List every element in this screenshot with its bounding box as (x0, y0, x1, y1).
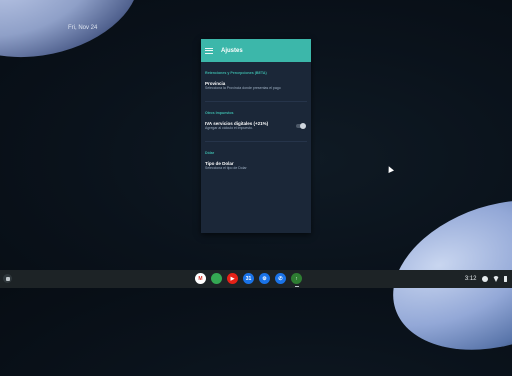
status-tray[interactable]: 3:12 (465, 273, 507, 285)
pref-iva-servicios-digitales[interactable]: IVA servicios digitales (+21%) Agregar a… (205, 121, 307, 131)
settings-icon[interactable]: ⚙ (259, 273, 270, 284)
toggle-knob (300, 123, 306, 129)
desktop-date: Fri, Nov 24 (68, 25, 98, 31)
shelf-apps: M ▶ 31 ⚙ ✆ ↑ (195, 273, 302, 287)
notification-icon (481, 276, 488, 282)
gmail-icon[interactable]: M (195, 273, 206, 284)
wifi-icon (492, 276, 499, 282)
section-dolar: Dólar Tipo de Dolar Selecciona el tipo d… (201, 142, 311, 171)
page-title: Ajustes (221, 47, 243, 54)
clock-time: 3:12 (464, 276, 477, 282)
section-otros-impuestos: Otros Impuestos IVA servicios digitales … (201, 102, 311, 142)
hamburger-menu-icon[interactable] (205, 47, 213, 54)
app-bar: Ajustes (201, 39, 311, 62)
calculator-app-icon[interactable]: ↑ (291, 273, 302, 287)
pref-subtitle: Selecciona la Provincia donde presentas … (205, 86, 281, 90)
pref-provincia[interactable]: Provincia Selecciona la Provincia donde … (205, 81, 307, 91)
running-indicator (294, 286, 299, 287)
section-retenciones: Retenciones y Percepciones (BETA) Provin… (201, 62, 311, 102)
youtube-icon[interactable]: ▶ (227, 273, 238, 284)
wallpaper-moon (0, 0, 151, 75)
iva-toggle-switch[interactable] (296, 123, 306, 129)
settings-window: Ajustes Retenciones y Percepciones (BETA… (201, 39, 311, 233)
chrome-icon[interactable] (211, 273, 222, 284)
launcher-icon (5, 276, 10, 281)
pref-subtitle: Selecciona el tipo de Dolar (205, 166, 247, 170)
section-header: Retenciones y Percepciones (BETA) (205, 71, 267, 75)
calendar-icon[interactable]: 31 (243, 273, 254, 284)
section-header: Dólar (205, 151, 215, 155)
mouse-cursor-icon (386, 165, 394, 173)
launcher-button[interactable] (3, 274, 12, 283)
section-header: Otros Impuestos (205, 111, 234, 115)
battery-icon (503, 276, 507, 282)
shelf: M ▶ 31 ⚙ ✆ ↑ 3:12 (0, 270, 512, 288)
pref-subtitle: Agregar al cálculo el impuesto. (205, 126, 253, 130)
pref-tipo-de-dolar[interactable]: Tipo de Dolar Selecciona el tipo de Dola… (205, 161, 307, 171)
phone-icon[interactable]: ✆ (275, 273, 286, 284)
